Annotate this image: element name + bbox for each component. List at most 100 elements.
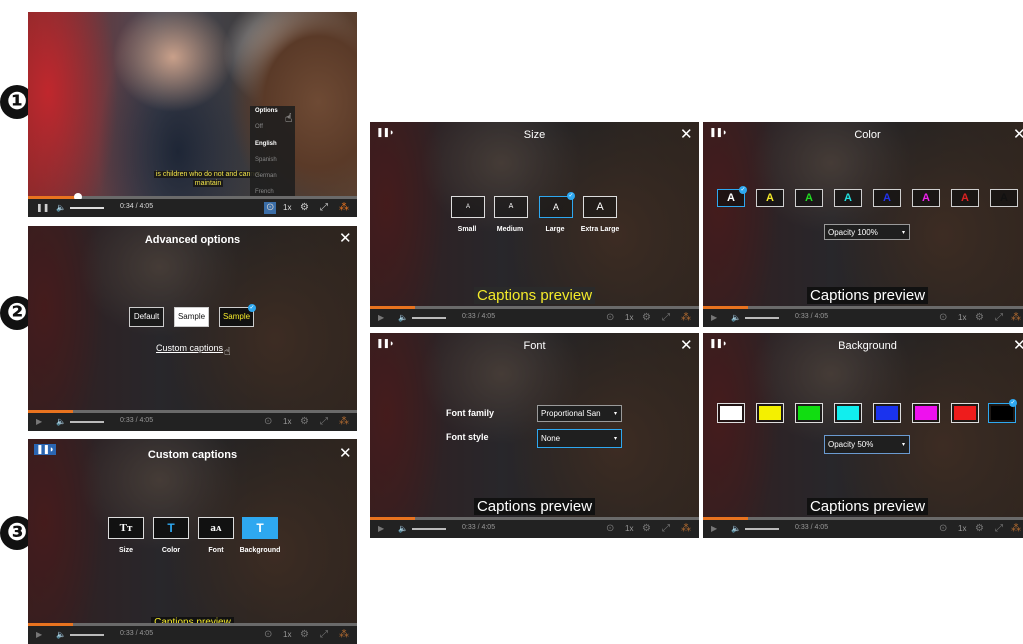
opacity-select[interactable]: Opacity 100% ▾ [824,224,910,240]
color-yellow-button[interactable]: A [756,189,784,207]
cc-icon[interactable]: ⊙ [939,523,947,535]
volume-slider[interactable] [70,634,104,636]
preset-default-button[interactable]: Default [129,307,164,327]
close-icon[interactable]: ✕ [1013,127,1023,142]
font-family-select[interactable]: Proportional San ▾ [537,405,622,422]
color-green-button[interactable]: A [795,189,823,207]
volume-slider[interactable] [745,528,779,530]
close-icon[interactable]: ✕ [680,127,693,142]
cc-icon[interactable]: ⊙ [939,312,947,324]
bg-cyan-swatch[interactable] [834,403,862,423]
control-bar: ▶ 🔈 0:33 / 4:05 ⊙ 1x ⚙ ⤢ ⁂ [703,520,1023,538]
bg-magenta-fill [915,406,937,420]
gear-icon[interactable]: ⚙ [975,523,984,535]
font-button[interactable]: aᴀ [198,517,234,539]
size-medium-label: Medium [496,226,524,233]
cc-icon[interactable]: ⊙ [264,629,272,641]
gear-icon[interactable]: ⚙ [642,523,651,535]
fullscreen-icon[interactable]: ⤢ [662,312,670,324]
speed-button[interactable]: 1x [283,630,291,639]
speed-button[interactable]: 1x [625,524,633,533]
volume-slider[interactable] [70,421,104,423]
menu-item-options[interactable]: Options [255,108,278,114]
color-black-button[interactable]: A [990,189,1018,207]
size-small-button[interactable]: A [451,196,485,218]
cc-icon[interactable]: ⊙ [264,416,272,428]
menu-item-english[interactable]: English [255,141,277,147]
bg-blue-swatch[interactable] [873,403,901,423]
color-button[interactable]: T [153,517,189,539]
panel-title: Background [838,340,897,352]
cc-icon[interactable]: ⊙ [606,523,614,535]
play-icon[interactable]: ▶ [378,523,384,535]
bg-red-swatch[interactable] [951,403,979,423]
volume-icon[interactable]: 🔈 [398,523,408,535]
color-cyan-button[interactable]: A [834,189,862,207]
gear-icon[interactable]: ⚙ [300,202,309,214]
speed-button[interactable]: 1x [958,313,966,322]
selected-check-icon: ✓ [567,192,575,200]
volume-icon[interactable]: 🔈 [56,202,66,214]
size-medium-button[interactable]: A [494,196,528,218]
cc-icon[interactable]: ⊙ [606,312,614,324]
bg-yellow-swatch[interactable] [756,403,784,423]
pause-icon[interactable]: ❚❚ [36,202,49,214]
menu-item-french[interactable]: French [255,189,274,195]
font-style-select[interactable]: None ▾ [537,429,622,448]
volume-icon[interactable]: 🔈 [398,312,408,324]
gear-icon[interactable]: ⚙ [642,312,651,324]
volume-icon[interactable]: 🔈 [731,523,741,535]
custom-captions-link[interactable]: Custom captions [156,343,223,353]
close-icon[interactable]: ✕ [680,338,693,353]
play-icon[interactable]: ▶ [711,523,717,535]
speed-button[interactable]: 1x [958,524,966,533]
volume-slider[interactable] [745,317,779,319]
cc-icon[interactable]: ⊙ [264,202,277,214]
play-icon[interactable]: ▶ [711,312,717,324]
menu-item-off[interactable]: Off [255,124,263,130]
preset-sample-white-button[interactable]: Sample [174,307,209,327]
gear-icon[interactable]: ⚙ [300,629,309,641]
close-icon[interactable]: ✕ [1013,338,1023,353]
volume-icon[interactable]: 🔈 [56,416,66,428]
fullscreen-icon[interactable]: ⤢ [995,312,1003,324]
volume-slider[interactable] [412,317,446,319]
opacity-select[interactable]: Opacity 50% ▾ [824,435,910,454]
cursor-icon: ☝ [224,346,231,358]
fullscreen-icon[interactable]: ⤢ [995,523,1003,535]
bg-green-swatch[interactable] [795,403,823,423]
bg-magenta-swatch[interactable] [912,403,940,423]
volume-slider[interactable] [70,207,104,209]
color-cyan-glyph: A [844,192,852,204]
size-extra-large-button[interactable]: A [583,196,617,218]
speed-button[interactable]: 1x [625,313,633,322]
fullscreen-icon[interactable]: ⤢ [320,629,328,641]
gear-icon[interactable]: ⚙ [975,312,984,324]
menu-item-spanish[interactable]: Spanish [255,157,277,163]
background-button[interactable]: T [242,517,278,539]
bg-white-swatch[interactable] [717,403,745,423]
fullscreen-icon[interactable]: ⤢ [662,523,670,535]
color-blue-button[interactable]: A [873,189,901,207]
close-icon[interactable]: ✕ [339,231,352,246]
speed-button[interactable]: 1x [283,417,291,426]
color-glyph: T [167,521,175,535]
size-button[interactable]: Tт [108,517,144,539]
play-icon[interactable]: ▶ [36,629,42,641]
size-extra-large-glyph: A [596,201,604,213]
play-icon[interactable]: ▶ [378,312,384,324]
play-icon[interactable]: ▶ [36,416,42,428]
current-time: 0:34 / 4:05 [120,203,154,210]
fullscreen-icon[interactable]: ⤢ [320,416,328,428]
opacity-value: Opacity 100% [828,228,878,237]
menu-item-german[interactable]: German [255,173,277,179]
volume-slider[interactable] [412,528,446,530]
color-red-button[interactable]: A [951,189,979,207]
speed-button[interactable]: 1x [283,203,291,212]
gear-icon[interactable]: ⚙ [300,416,309,428]
volume-icon[interactable]: 🔈 [731,312,741,324]
color-magenta-button[interactable]: A [912,189,940,207]
close-icon[interactable]: ✕ [339,446,352,461]
fullscreen-icon[interactable]: ⤢ [320,202,328,214]
volume-icon[interactable]: 🔈 [56,629,66,641]
